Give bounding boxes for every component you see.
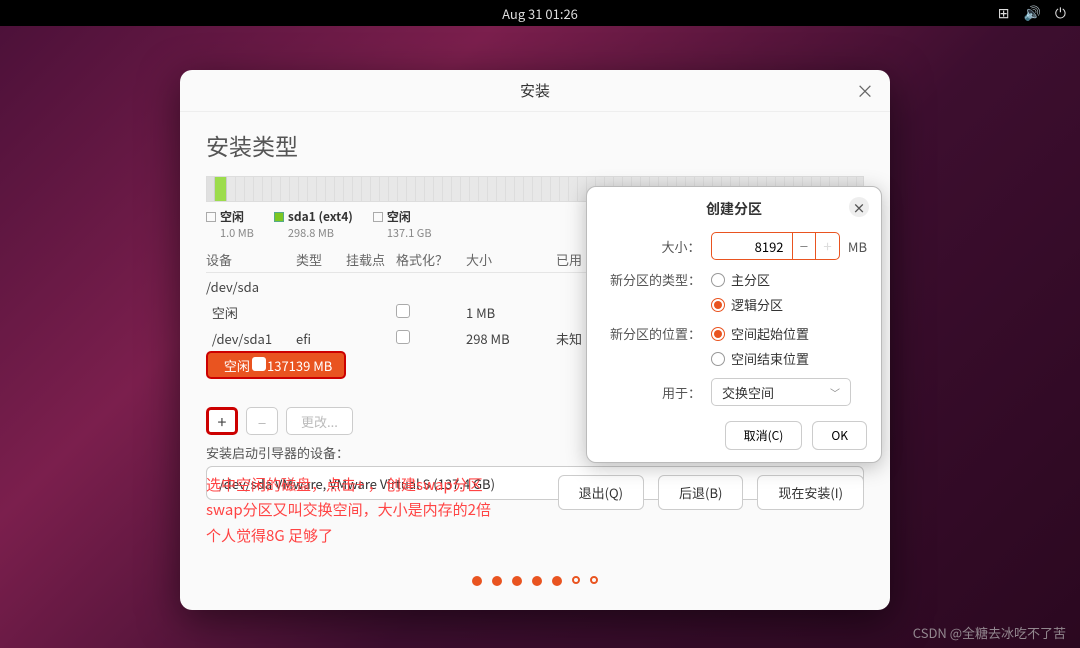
top-bar: Aug 31 01:26 ⊞ 🔊 ⏻ xyxy=(0,0,1080,26)
radio-icon xyxy=(711,298,725,312)
dot xyxy=(552,576,562,586)
dialog-title: 创建分区 × xyxy=(587,199,881,227)
square-icon xyxy=(274,212,284,222)
radio-icon xyxy=(711,327,725,341)
close-icon[interactable]: × xyxy=(849,197,869,217)
table-row[interactable]: 空闲137139 MB xyxy=(206,351,346,379)
square-icon xyxy=(373,212,383,222)
radio-primary[interactable]: 主分区 xyxy=(711,270,783,289)
legend-item: 空闲 137.1 GB xyxy=(373,208,432,241)
location-radio-group: 空间起始位置 空间结束位置 xyxy=(711,324,809,368)
size-spinner[interactable]: − + xyxy=(711,232,840,260)
legend-item: sda1 (ext4) 298.8 MB xyxy=(274,208,353,241)
size-input[interactable] xyxy=(712,237,792,256)
ok-button[interactable]: OK xyxy=(812,421,867,450)
watermark: CSDN @全糖去冰吃不了苦 xyxy=(913,623,1066,642)
install-button[interactable]: 现在安装(I) xyxy=(757,475,864,510)
square-icon xyxy=(206,212,216,222)
chevron-down-icon: ﹀ xyxy=(830,385,840,400)
change-partition-button[interactable]: 更改... xyxy=(286,407,353,435)
create-partition-dialog: 创建分区 × 大小： − + MB 新分区的类型： 主分区 逻辑分区 新分区的位… xyxy=(586,186,882,463)
clock: Aug 31 01:26 xyxy=(502,4,578,23)
type-radio-group: 主分区 逻辑分区 xyxy=(711,270,783,314)
location-label: 新分区的位置： xyxy=(601,324,701,343)
disk-seg-free1 xyxy=(207,177,215,201)
window-titlebar: 安装 × xyxy=(180,70,890,112)
dot xyxy=(532,576,542,586)
remove-partition-button[interactable]: – xyxy=(246,407,278,435)
action-buttons: 退出(Q) 后退(B) 现在安装(I) xyxy=(558,475,864,510)
legend-item: 空闲 1.0 MB xyxy=(206,208,254,241)
use-label: 用于： xyxy=(601,383,701,402)
close-icon[interactable]: × xyxy=(856,78,874,104)
radio-icon xyxy=(711,352,725,366)
decrement-button[interactable]: − xyxy=(792,233,816,259)
back-button[interactable]: 后退(B) xyxy=(658,475,743,510)
annotation-text: 选中空闲的磁盘，点击+ ， 创建swap分区 swap分区又叫交换空间，大小是内… xyxy=(206,472,491,549)
page-title: 安装类型 xyxy=(180,112,890,172)
type-label: 新分区的类型： xyxy=(601,270,701,289)
add-partition-button[interactable]: + xyxy=(206,407,238,435)
cancel-button[interactable]: 取消(C) xyxy=(725,421,803,450)
dot-current xyxy=(572,576,580,584)
size-label: 大小： xyxy=(601,237,701,256)
size-unit: MB xyxy=(848,237,867,256)
radio-logical[interactable]: 逻辑分区 xyxy=(711,295,783,314)
use-as-select[interactable]: 交换空间 ﹀ xyxy=(711,378,851,406)
quit-button[interactable]: 退出(Q) xyxy=(558,475,644,510)
radio-begin[interactable]: 空间起始位置 xyxy=(711,324,809,343)
power-icon[interactable]: ⏻ xyxy=(1055,3,1066,23)
dot xyxy=(492,576,502,586)
increment-button[interactable]: + xyxy=(815,233,839,259)
progress-dots xyxy=(472,576,598,586)
radio-end[interactable]: 空间结束位置 xyxy=(711,349,809,368)
disk-seg-sda1 xyxy=(215,177,227,201)
dot xyxy=(472,576,482,586)
dot xyxy=(512,576,522,586)
dot xyxy=(590,576,598,584)
radio-icon xyxy=(711,273,725,287)
volume-icon[interactable]: 🔊 xyxy=(1023,3,1040,23)
tray: ⊞ 🔊 ⏻ xyxy=(998,3,1066,23)
window-title: 安装 xyxy=(520,80,550,101)
network-icon[interactable]: ⊞ xyxy=(998,3,1010,23)
